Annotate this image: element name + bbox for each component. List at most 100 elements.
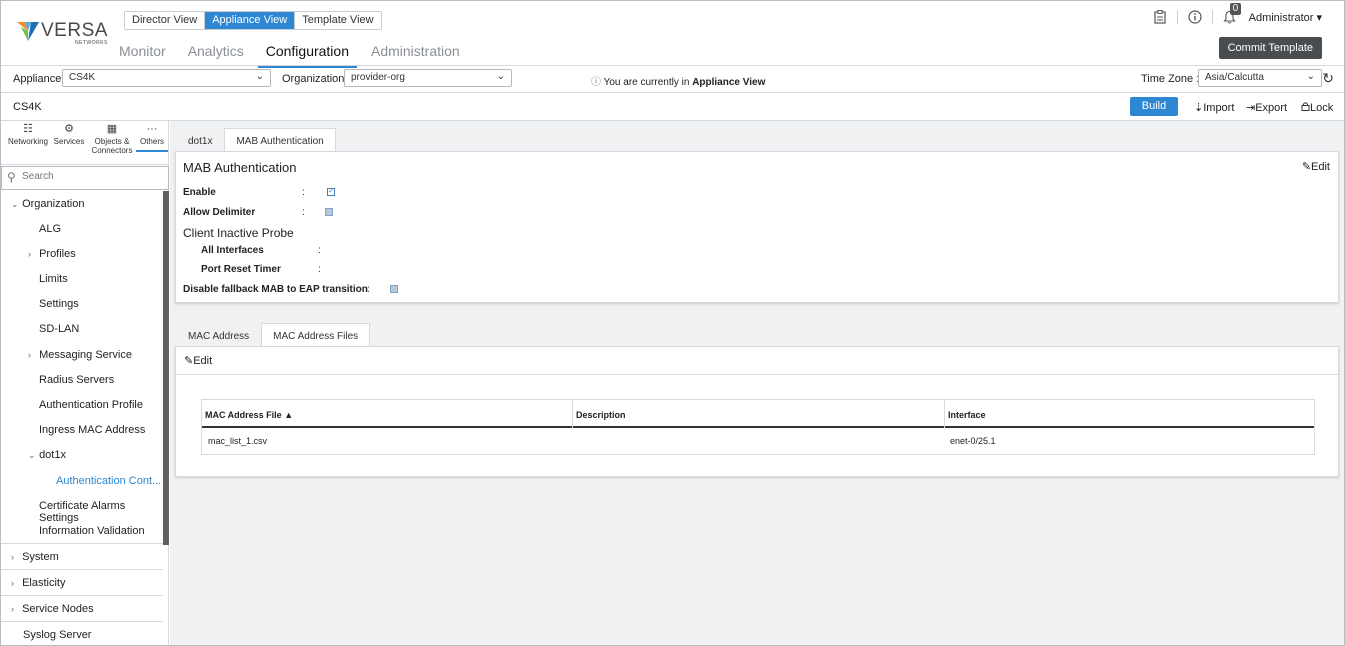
user-menu[interactable]: Administrator ▾ <box>1249 11 1322 24</box>
chevron-right-icon: › <box>28 249 31 259</box>
main-nav: Monitor Analytics Configuration Administ… <box>111 41 474 68</box>
view-info-prefix: You are currently in <box>603 77 693 88</box>
tree-item-radius-servers[interactable]: Radius Servers <box>39 374 114 386</box>
tree-item-profiles[interactable]: › Profiles <box>28 248 76 260</box>
tree-item-settings[interactable]: Settings <box>39 298 79 310</box>
breadcrumb: CS4K <box>13 101 42 113</box>
appliance-value: CS4K <box>69 72 96 83</box>
mab-edit-button[interactable]: ✎Edit <box>1302 160 1330 173</box>
tree-item-system[interactable]: › System <box>11 551 59 563</box>
tab-services[interactable]: ⚙ Services <box>52 124 86 147</box>
nav-configuration[interactable]: Configuration <box>257 41 357 68</box>
versa-logo-mark-icon <box>17 22 39 41</box>
nav-analytics[interactable]: Analytics <box>180 41 252 68</box>
sidebar-search: ⚲ <box>1 166 169 190</box>
port-reset-timer-label: Port Reset Timer <box>201 264 281 275</box>
lock-button[interactable]: Lock <box>1301 101 1333 114</box>
tree-item-limits[interactable]: Limits <box>39 273 68 285</box>
info-icon[interactable] <box>1186 8 1204 26</box>
appliance-label: Appliance <box>13 73 62 85</box>
nav-monitor[interactable]: Monitor <box>111 41 174 68</box>
versa-logo: VERSA NETWORKS <box>15 17 107 47</box>
cell-mac-file: mac_list_1.csv <box>208 436 268 446</box>
colon: : <box>367 284 370 295</box>
table-row[interactable]: mac_list_1.csv enet-0/25.1 <box>202 428 1314 454</box>
column-header-interface[interactable]: Interface <box>948 410 986 420</box>
edit-label: Edit <box>1311 161 1330 173</box>
disable-fallback-label: Disable fallback MAB to EAP transition <box>183 284 368 295</box>
view-switcher: Director View Appliance View Template Vi… <box>124 11 382 30</box>
build-button[interactable]: Build <box>1130 97 1178 116</box>
disable-fallback-checkbox[interactable] <box>390 285 398 293</box>
nav-administration[interactable]: Administration <box>363 41 468 68</box>
tree-item-authentication-profile[interactable]: Authentication Profile <box>39 399 143 411</box>
tree-item-information-validation[interactable]: Information Validation <box>39 525 145 537</box>
timezone-select[interactable]: Asia/Calcutta ⌄ <box>1198 69 1322 87</box>
tree-label: dot1x <box>39 449 66 461</box>
bell-icon[interactable]: 0 <box>1221 3 1242 26</box>
tree-item-organization[interactable]: ⌄ Organization <box>11 198 84 210</box>
allow-delimiter-label: Allow Delimiter <box>183 207 256 218</box>
sidebar-tabs: ☷ Networking ⚙ Services ▦ Objects & Connecto… <box>1 121 169 165</box>
tree-item-ingress-mac[interactable]: Ingress MAC Address <box>39 424 145 436</box>
tree-item-dot1x[interactable]: ⌄ dot1x <box>28 449 66 461</box>
tab-others[interactable]: ··· Others <box>136 124 168 152</box>
tree-item-certificate-alarms[interactable]: Certificate Alarms Settings <box>39 500 163 524</box>
organization-label: Organization <box>282 73 345 85</box>
tree-item-syslog-server[interactable]: Syslog Server <box>23 629 91 641</box>
director-view-button[interactable]: Director View <box>125 12 206 29</box>
tree-item-service-nodes[interactable]: › Service Nodes <box>11 603 94 615</box>
tree-item-messaging-service[interactable]: › Messaging Service <box>28 349 132 361</box>
divider <box>1176 10 1178 24</box>
divider <box>1211 10 1213 24</box>
chevron-right-icon: › <box>28 350 31 360</box>
tree-item-elasticity[interactable]: › Elasticity <box>11 577 65 589</box>
column-header-mac-file[interactable]: MAC Address File ▲ <box>205 410 293 420</box>
sort-ascending-icon: ▲ <box>284 410 294 420</box>
tab-objects-connectors[interactable]: ▦ Objects & Connectors <box>89 124 135 156</box>
refresh-icon[interactable]: ↻ <box>1322 70 1334 87</box>
allow-delimiter-checkbox[interactable] <box>325 208 333 216</box>
export-icon: ⇥ <box>1246 102 1256 114</box>
chevron-right-icon: › <box>11 604 14 614</box>
table-header: MAC Address File ▲ Description Interface <box>202 400 1314 428</box>
commit-template-button[interactable]: Commit Template <box>1218 37 1322 59</box>
tree-label: Messaging Service <box>39 349 132 361</box>
tree-label: Elasticity <box>22 577 66 589</box>
edit-icon: ✎ <box>1301 161 1312 173</box>
appliance-view-button[interactable]: Appliance View <box>205 12 296 29</box>
tab-connectors-label: Connectors <box>91 146 133 155</box>
view-info: ⓘ You are currently in Appliance View <box>591 73 765 88</box>
all-interfaces-label: All Interfaces <box>201 245 264 256</box>
export-button[interactable]: ⇥Export <box>1246 101 1287 114</box>
header-label: MAC Address File <box>205 410 282 420</box>
panel-title: MAB Authentication <box>183 160 297 175</box>
search-icon: ⚲ <box>7 170 16 184</box>
tree-item-alg[interactable]: ALG <box>39 223 61 235</box>
divider <box>176 374 1338 375</box>
divider <box>1 92 1344 93</box>
timezone-value: Asia/Calcutta <box>1205 72 1264 83</box>
tab-networking[interactable]: ☷ Networking <box>6 123 50 147</box>
sidebar-scrollbar[interactable] <box>163 191 169 545</box>
template-view-button[interactable]: Template View <box>295 12 381 29</box>
app-window: VERSA NETWORKS Director View Appliance V… <box>0 0 1345 646</box>
appliance-select[interactable]: CS4K ⌄ <box>62 69 271 87</box>
column-header-description[interactable]: Description <box>576 410 626 420</box>
enable-checkbox[interactable] <box>327 186 335 196</box>
network-icon: ☷ <box>23 123 33 135</box>
chevron-down-icon: ⌄ <box>1306 71 1315 82</box>
tree-label: Service Nodes <box>22 603 94 615</box>
main-content: dot1x MAB Authentication MAB Authenticat… <box>170 121 1344 645</box>
chevron-down-icon: ⌄ <box>496 71 505 82</box>
organization-select[interactable]: provider-org ⌄ <box>344 69 512 87</box>
import-button[interactable]: ⇣Import <box>1194 101 1234 114</box>
clipboard-icon[interactable] <box>1151 8 1169 26</box>
chevron-down-icon: ⌄ <box>11 199 19 209</box>
tree-item-sdlan[interactable]: SD-LAN <box>39 323 79 335</box>
search-input[interactable] <box>22 171 162 182</box>
cell-interface: enet-0/25.1 <box>950 436 996 446</box>
tree-item-authentication-control[interactable]: Authentication Cont... <box>56 475 161 487</box>
mac-address-files-panel: ✎Edit MAC Address File ▲ Description Int… <box>175 346 1339 477</box>
mac-edit-button[interactable]: ✎Edit <box>184 354 212 367</box>
